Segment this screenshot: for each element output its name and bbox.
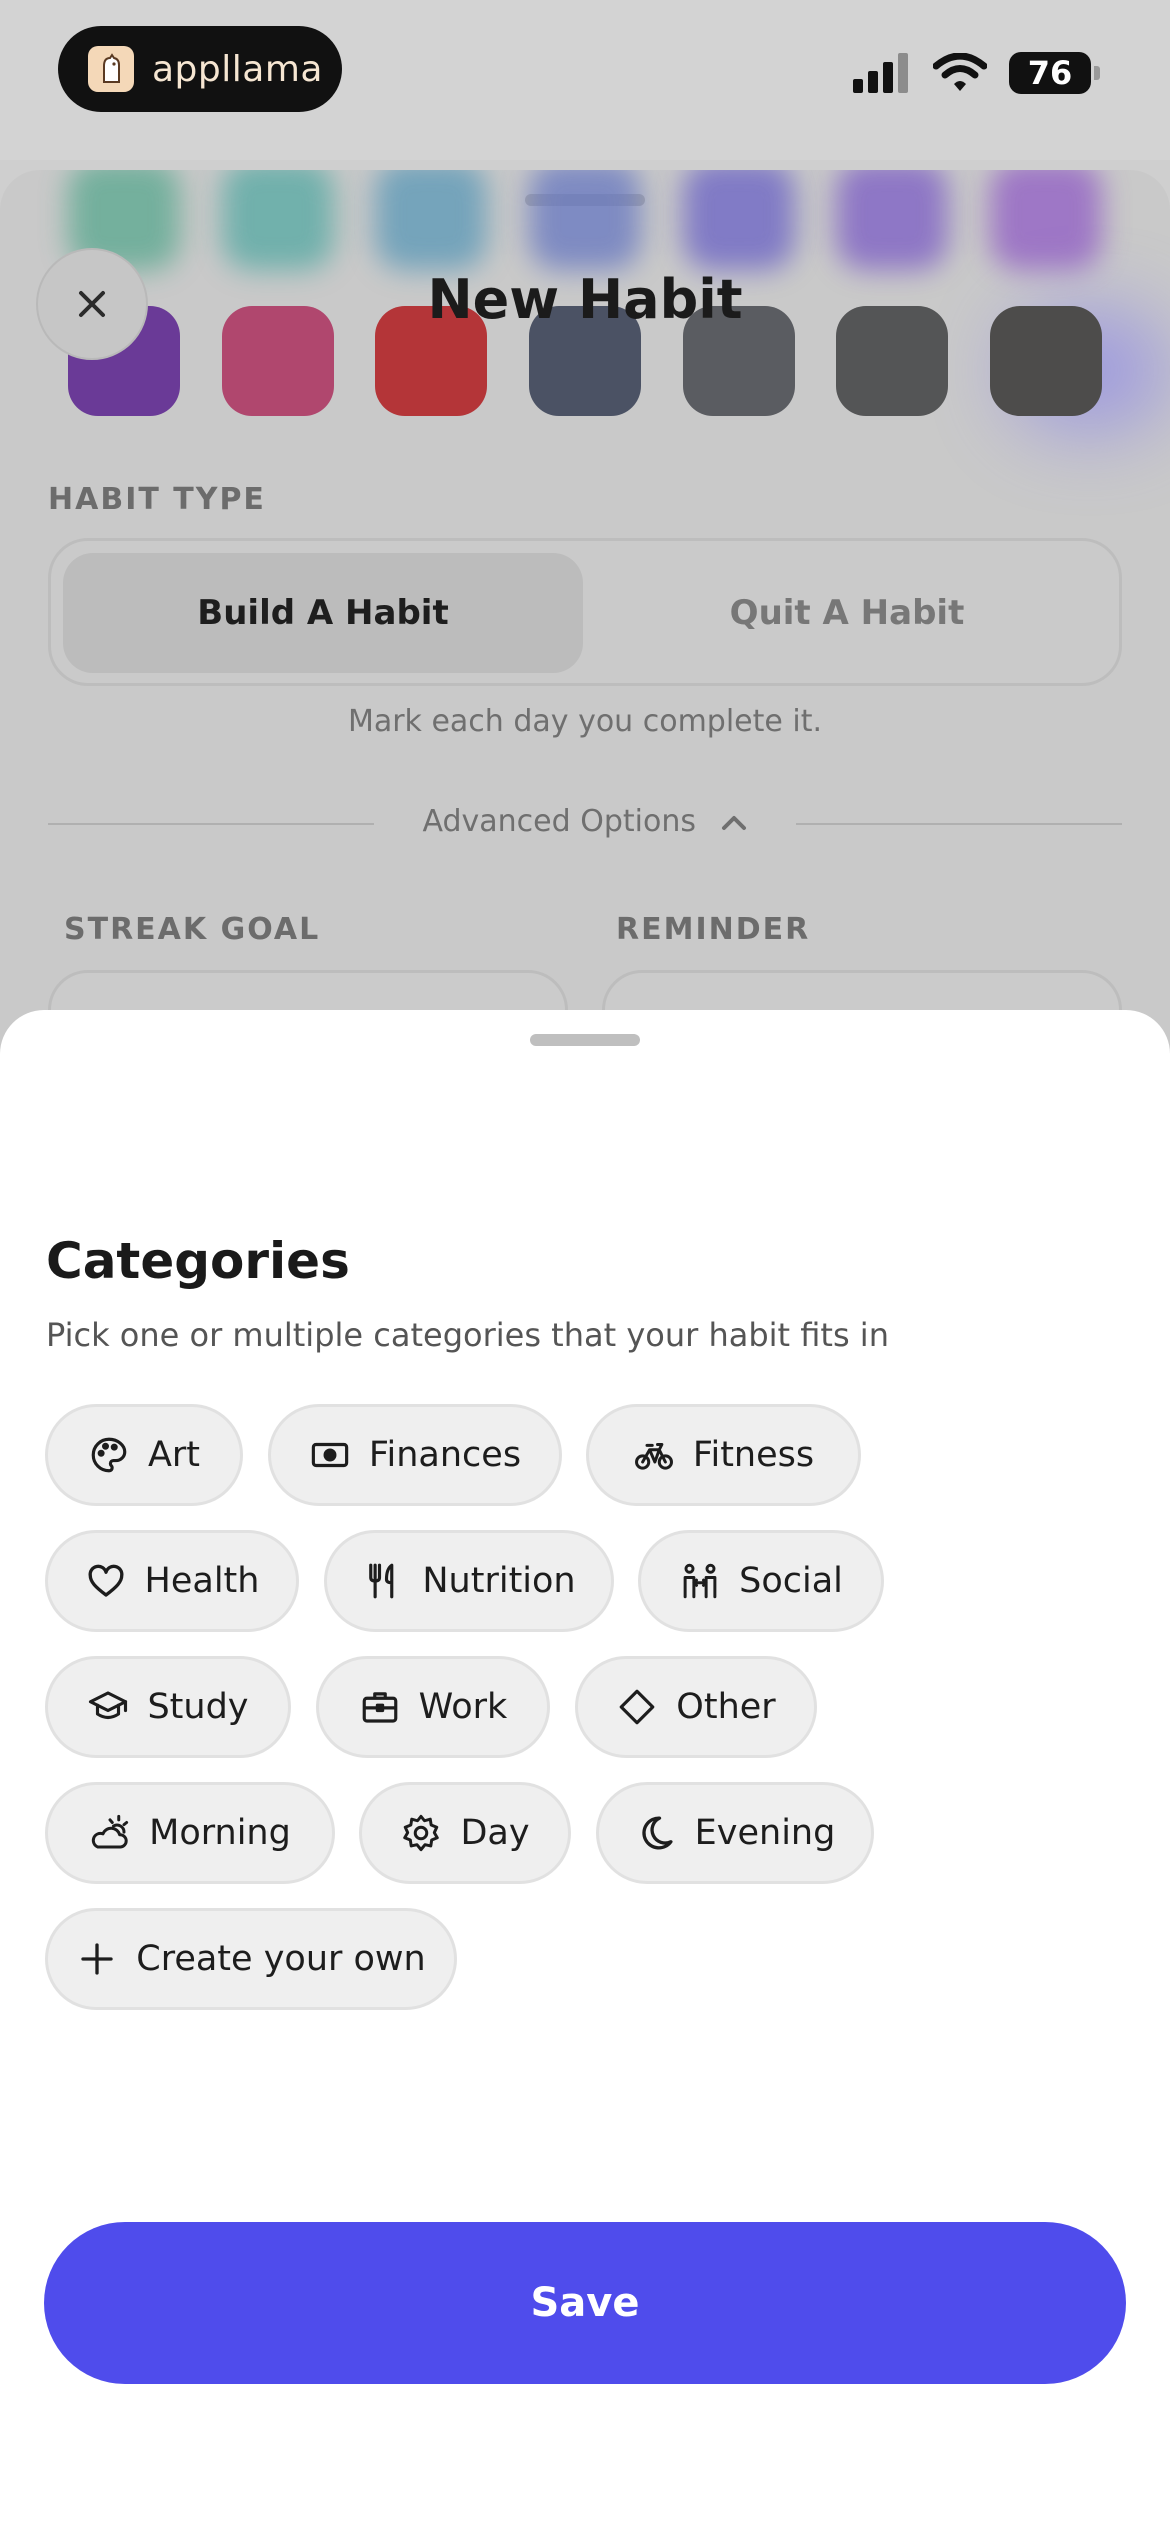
palette-icon [91,1437,127,1473]
color-swatch[interactable] [990,170,1102,270]
reminder-label: REMINDER [616,912,811,947]
color-swatch[interactable] [222,170,334,270]
category-chip-work[interactable]: Work [316,1656,550,1758]
status-bar: appllama 76 [0,0,1170,160]
brand-pill[interactable]: appllama [58,26,342,112]
page-title: New Habit [427,268,743,331]
category-chip-morning[interactable]: Morning [45,1782,335,1884]
banknote-icon [311,1442,349,1468]
habit-type-hint: Mark each day you complete it. [347,704,823,739]
cellular-signal-icon [853,53,908,93]
quit-habit-option[interactable]: Quit A Habit [587,553,1107,673]
category-chip-study[interactable]: Study [45,1656,291,1758]
create-category-label: Create your own [136,1939,426,1979]
categories-subtitle: Pick one or multiple categories that you… [46,1316,889,1354]
llama-logo-icon [88,46,134,92]
category-label: Study [147,1687,249,1727]
sun-gear-icon [403,1814,440,1852]
category-chip-social[interactable]: Social [638,1530,884,1632]
category-label: Nutrition [422,1561,576,1601]
people-icon [683,1563,717,1599]
create-category-button[interactable]: Create your own [45,1908,457,2010]
category-label: Morning [149,1813,291,1853]
categories-sheet-handle[interactable] [530,1034,640,1046]
bicycle-icon [634,1443,673,1470]
color-swatch[interactable] [529,170,641,270]
category-label: Evening [694,1813,836,1853]
habit-type-label: HABIT TYPE [48,482,266,517]
category-label: Social [739,1561,843,1601]
category-chip-finances[interactable]: Finances [268,1404,562,1506]
category-chip-nutrition[interactable]: Nutrition [324,1530,614,1632]
new-habit-sheet: New Habit HABIT TYPE Build A Habit Quit … [0,170,1170,1070]
battery-indicator: 76 [1009,52,1091,94]
category-label: Finances [368,1435,522,1475]
battery-cap [1094,66,1100,80]
categories-sheet: Categories Pick one or multiple categori… [0,1010,1170,2532]
utensils-icon [369,1563,394,1599]
category-chip-art[interactable]: Art [45,1404,243,1506]
chevron-up-icon [721,815,746,830]
category-chip-evening[interactable]: Evening [596,1782,874,1884]
save-button[interactable]: Save [44,2222,1126,2384]
categories-title: Categories [46,1232,350,1290]
color-swatch[interactable] [683,170,795,270]
category-chip-health[interactable]: Health [45,1530,299,1632]
advanced-options-label: Advanced Options [422,804,696,839]
habit-type-segmented-control: Build A Habit Quit A Habit [48,538,1122,686]
graduation-cap-icon [89,1691,128,1720]
streak-goal-label: STREAK GOAL [64,912,321,947]
category-label: Art [147,1435,201,1475]
diamond-icon [619,1689,655,1725]
category-label: Work [418,1687,508,1727]
brand-name: appllama [152,48,323,90]
color-swatch[interactable] [375,170,487,270]
category-chip-day[interactable]: Day [359,1782,571,1884]
wifi-icon [933,53,987,91]
heart-icon [88,1564,123,1597]
build-habit-option[interactable]: Build A Habit [63,553,583,673]
category-label: Health [144,1561,260,1601]
plus-icon [81,1943,113,1975]
moon-icon [641,1816,673,1850]
category-chip-fitness[interactable]: Fitness [586,1404,861,1506]
color-swatch[interactable] [836,170,948,270]
briefcase-icon [362,1692,397,1723]
status-indicators: 76 [853,52,1100,94]
sunrise-cloud-icon [91,1814,129,1849]
category-label: Fitness [692,1435,815,1475]
category-label: Day [460,1813,530,1853]
category-label: Other [676,1687,776,1727]
advanced-options-toggle[interactable]: Advanced Options [0,804,1170,839]
category-chip-other[interactable]: Other [575,1656,817,1758]
